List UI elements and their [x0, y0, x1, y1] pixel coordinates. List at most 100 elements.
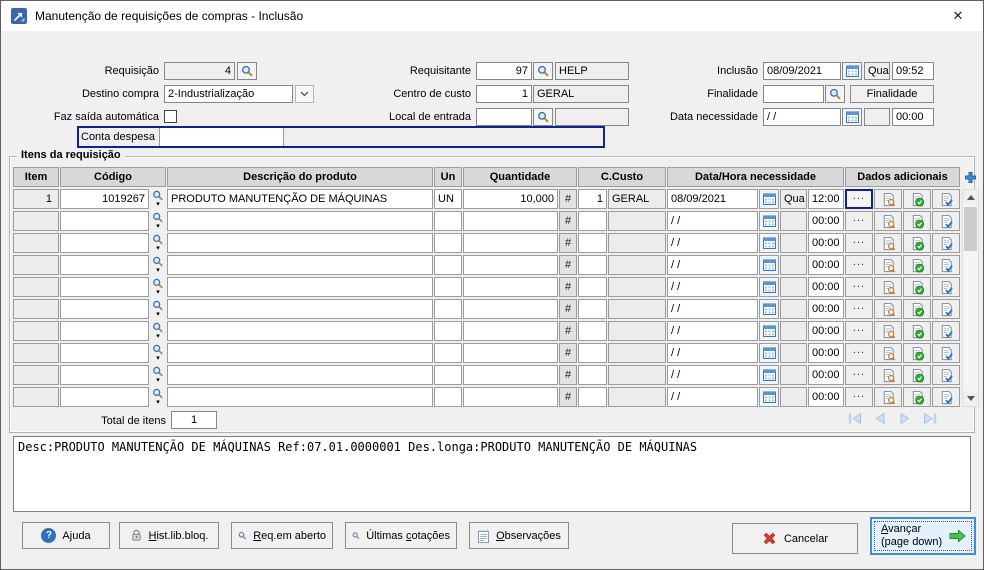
cell-un[interactable]	[434, 233, 462, 253]
cell-hora[interactable]: 00:00	[808, 277, 844, 297]
cell-data[interactable]: / /	[667, 211, 758, 231]
inclusao-time-field[interactable]: 09:52	[892, 62, 934, 80]
cell-hora[interactable]: 00:00	[808, 365, 844, 385]
nav-last-icon[interactable]	[921, 411, 939, 426]
row-calendar-button[interactable]	[759, 365, 779, 385]
centro-custo-code-field[interactable]: 1	[476, 85, 532, 103]
cell-descricao[interactable]: PRODUTO MANUTENÇÃO DE MÁQUINAS	[167, 189, 433, 209]
cell-un[interactable]	[434, 277, 462, 297]
cell-item[interactable]	[13, 343, 59, 363]
doc-check-green-button[interactable]	[903, 211, 931, 231]
header-dados-adicionais[interactable]: Dados adicionais	[845, 167, 960, 187]
cell-data[interactable]: / /	[667, 299, 758, 319]
cell-quantidade[interactable]: 10,000	[463, 189, 558, 209]
cell-un[interactable]	[434, 321, 462, 341]
cell-quantidade[interactable]	[463, 299, 558, 319]
doc-preview-button[interactable]	[874, 255, 902, 275]
cell-item[interactable]	[13, 299, 59, 319]
row-more-button[interactable]: ...	[845, 233, 873, 253]
scroll-up-button[interactable]	[963, 190, 978, 205]
dropdown-arrow-icon[interactable]: ▾	[156, 399, 160, 406]
row-calendar-button[interactable]	[759, 211, 779, 231]
doc-check-green-button[interactable]	[903, 365, 931, 385]
requisicao-field[interactable]: 4	[164, 62, 235, 80]
row-calendar-button[interactable]	[759, 387, 779, 407]
dropdown-arrow-icon[interactable]: ▾	[156, 311, 160, 318]
conta-despesa-input[interactable]	[159, 128, 284, 146]
cell-ccusto-codigo[interactable]	[578, 387, 607, 407]
row-calendar-button[interactable]	[759, 299, 779, 319]
requisitante-code-field[interactable]: 97	[476, 62, 532, 80]
row-calendar-button[interactable]	[759, 233, 779, 253]
cell-codigo[interactable]	[60, 211, 149, 231]
cell-quantidade[interactable]	[463, 321, 558, 341]
inclusao-calendar-button[interactable]	[842, 62, 862, 80]
cell-codigo[interactable]	[60, 233, 149, 253]
cell-ccusto-codigo[interactable]	[578, 321, 607, 341]
scrollbar-thumb[interactable]	[964, 207, 977, 251]
quantity-detail-button[interactable]: #	[559, 277, 577, 297]
cell-descricao[interactable]	[167, 343, 433, 363]
row-more-button[interactable]: ...	[845, 387, 873, 407]
cell-codigo[interactable]	[60, 343, 149, 363]
row-more-button[interactable]: ...	[845, 189, 873, 209]
cell-data[interactable]: / /	[667, 233, 758, 253]
doc-preview-button[interactable]	[874, 321, 902, 341]
cell-hora[interactable]: 00:00	[808, 343, 844, 363]
cell-descricao[interactable]	[167, 299, 433, 319]
row-more-button[interactable]: ...	[845, 299, 873, 319]
header-un[interactable]: Un	[434, 167, 462, 187]
doc-check-blue-button[interactable]	[932, 299, 960, 319]
requisitante-search-button[interactable]	[533, 62, 553, 80]
observacoes-button[interactable]: Observações	[469, 522, 569, 549]
cell-quantidade[interactable]	[463, 255, 558, 275]
cell-data[interactable]: / /	[667, 321, 758, 341]
doc-check-green-button[interactable]	[903, 189, 931, 209]
finalidade-field[interactable]	[763, 85, 824, 103]
cell-quantidade[interactable]	[463, 277, 558, 297]
cell-hora[interactable]: 00:00	[808, 233, 844, 253]
cell-data[interactable]: / /	[667, 387, 758, 407]
cell-un[interactable]	[434, 299, 462, 319]
dropdown-arrow-icon[interactable]: ▾	[156, 377, 160, 384]
cell-item[interactable]	[13, 387, 59, 407]
doc-check-blue-button[interactable]	[932, 321, 960, 341]
nav-prev-icon[interactable]	[871, 411, 889, 426]
cell-data[interactable]: 08/09/2021	[667, 189, 758, 209]
cell-hora[interactable]: 00:00	[808, 387, 844, 407]
data-necessidade-date-field[interactable]: / /	[763, 108, 841, 126]
cell-item[interactable]	[13, 277, 59, 297]
cell-codigo[interactable]	[60, 277, 149, 297]
doc-check-blue-button[interactable]	[932, 255, 960, 275]
cell-descricao[interactable]	[167, 233, 433, 253]
dropdown-arrow-icon[interactable]: ▾	[156, 223, 160, 230]
cell-hora[interactable]: 00:00	[808, 321, 844, 341]
faz-saida-checkbox[interactable]	[164, 110, 177, 123]
cell-ccusto-codigo[interactable]	[578, 211, 607, 231]
row-calendar-button[interactable]	[759, 189, 779, 209]
doc-check-green-button[interactable]	[903, 255, 931, 275]
doc-check-green-button[interactable]	[903, 343, 931, 363]
row-more-button[interactable]: ...	[845, 321, 873, 341]
cell-descricao[interactable]	[167, 277, 433, 297]
doc-check-blue-button[interactable]	[932, 211, 960, 231]
cell-un[interactable]	[434, 343, 462, 363]
cell-item[interactable]	[13, 255, 59, 275]
cell-quantidade[interactable]	[463, 233, 558, 253]
inclusao-date-field[interactable]: 08/09/2021	[763, 62, 841, 80]
finalidade-button[interactable]: Finalidade	[850, 85, 934, 103]
cell-hora[interactable]: 00:00	[808, 299, 844, 319]
cell-item[interactable]	[13, 211, 59, 231]
cell-data[interactable]: / /	[667, 343, 758, 363]
quantity-detail-button[interactable]: #	[559, 321, 577, 341]
doc-check-green-button[interactable]	[903, 387, 931, 407]
row-more-button[interactable]: ...	[845, 343, 873, 363]
doc-preview-button[interactable]	[874, 233, 902, 253]
header-ccusto[interactable]: C.Custo	[578, 167, 666, 187]
quantity-detail-button[interactable]: #	[559, 299, 577, 319]
grid-scrollbar[interactable]	[962, 189, 979, 407]
quantity-detail-button[interactable]: #	[559, 255, 577, 275]
cell-hora[interactable]: 00:00	[808, 211, 844, 231]
doc-check-green-button[interactable]	[903, 321, 931, 341]
doc-preview-button[interactable]	[874, 343, 902, 363]
